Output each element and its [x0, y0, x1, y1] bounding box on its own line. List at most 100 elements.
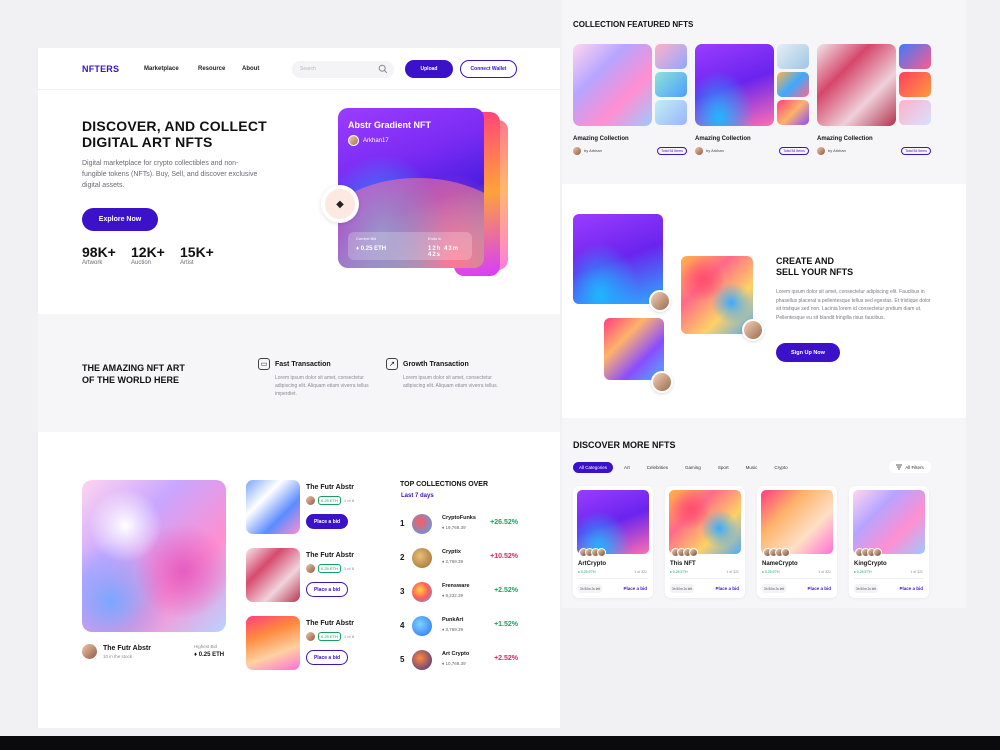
filter-celebrities[interactable]: Celebrities	[641, 462, 674, 473]
avatar	[649, 290, 671, 312]
nav-link-marketplace[interactable]: Marketplace	[144, 66, 179, 72]
filter-crypto[interactable]: Crypto	[768, 462, 793, 473]
collection-price: ♦ 9,232.39	[442, 593, 464, 598]
collection-row[interactable]: 4 PunkArt ♦ 3,769.39 +1.52%	[400, 614, 518, 638]
total-items-button[interactable]: Total 54 Items	[779, 147, 809, 155]
nft-thumbnail[interactable]	[246, 480, 300, 534]
hero-title: DISCOVER, AND COLLECT DIGITAL ART NFTS	[82, 118, 267, 150]
landing-page: NFTERS Marketplace Resource About Search…	[38, 48, 560, 728]
connect-wallet-button[interactable]: Connect Wallet	[460, 60, 517, 78]
sign-up-button[interactable]: Sign Up Now	[776, 343, 840, 362]
nft-card[interactable]: NameCrypto ♦ 0.25 ETH 1 of 321 3h 50m 2s…	[757, 486, 837, 598]
collection-row[interactable]: 2 Cryptix ♦ 2,769.39 +10.52%	[400, 546, 518, 570]
collection-thumb	[777, 44, 809, 69]
collection-author: by Arkhan	[828, 148, 846, 153]
collection-featured-title: COLLECTION FEATURED NFTS	[573, 20, 694, 29]
avatar	[306, 496, 315, 505]
collection-price: ♦ 10,769.39	[442, 661, 466, 666]
total-items-button[interactable]: Total 54 Items	[901, 147, 931, 155]
feature-description: Lorem ipsum dolor sit amet, consectetur …	[275, 375, 369, 397]
feature-description: Lorem ipsum dolor sit amet, consectetur …	[403, 375, 499, 389]
place-bid-button[interactable]: Place a bid	[306, 582, 348, 597]
collection-thumb	[899, 72, 931, 97]
create-sell-description: Lorem ipsum dolor sit amet, consectetur …	[776, 289, 931, 321]
collection-card-title: Amazing Collection	[817, 136, 873, 142]
stat-value: 98K+	[82, 244, 116, 260]
logo[interactable]: NFTERS	[82, 64, 119, 74]
search-input[interactable]: Search	[292, 61, 394, 78]
all-filters-button[interactable]: All Filters	[889, 461, 931, 473]
stat-label: Artwork	[82, 260, 103, 266]
avatar	[82, 644, 97, 659]
edition-count: 1 of 8	[343, 634, 354, 639]
collection-name: Art Crypto	[442, 651, 470, 657]
nft-list-item: The Futr Abstr 0.25 ETH 1 of 8 Place a bi…	[246, 616, 376, 672]
wallet-icon: ▭	[258, 358, 270, 370]
featured-nft-name: The Futr Abstr	[103, 645, 151, 652]
collection-row[interactable]: 5 Art Crypto ♦ 10,769.39 +2.52%	[400, 648, 518, 672]
explore-now-button[interactable]: Explore Now	[82, 208, 158, 231]
filter-music[interactable]: Music	[740, 462, 764, 473]
collection-rank: 5	[400, 655, 405, 664]
avatar	[695, 147, 703, 155]
bidder-avatars	[763, 548, 790, 557]
collection-row[interactable]: 3 Frensware ♦ 9,232.39 +2.52%	[400, 580, 518, 604]
highest-bid-label: Highest Bid	[194, 644, 218, 649]
nft-card-time-left: 3h 50m 2s left	[762, 584, 786, 593]
place-bid-button[interactable]: Place a bid	[306, 514, 348, 529]
collection-author: by Arkhan	[584, 148, 602, 153]
nft-thumbnail[interactable]	[246, 616, 300, 670]
collection-thumb	[777, 72, 809, 97]
collection-avatar	[412, 650, 432, 670]
nft-card[interactable]: This NFT ♦ 0.25 ETH 1 of 321 3h 50m 2s l…	[665, 486, 745, 598]
filter-all-categories[interactable]: All Categories	[573, 462, 614, 473]
hero-nft-card[interactable]: Abstr Gradient NFT Arkhan17 Current Bid …	[338, 108, 484, 268]
place-bid-button[interactable]: Place a bid	[715, 586, 739, 591]
eth-price: 0.25 ETH	[318, 564, 341, 573]
collection-row[interactable]: 1 CryptoFunks ♦ 19,769.39 +26.52%	[400, 512, 518, 536]
top-collections-period[interactable]: Last 7 days	[401, 493, 434, 499]
hero-title-line1: DISCOVER, AND COLLECT	[82, 118, 267, 134]
collection-image	[695, 44, 774, 126]
place-bid-button[interactable]: Place a bid	[807, 586, 831, 591]
avatar	[306, 564, 315, 573]
upload-button[interactable]: Upload	[405, 60, 453, 78]
nft-card-name: KingCrypto	[854, 561, 887, 567]
bottom-bar	[0, 736, 1000, 750]
collection-image	[573, 44, 652, 126]
total-items-button[interactable]: Total 54 Items	[657, 147, 687, 155]
create-sell-image	[681, 256, 753, 334]
bidder-avatars	[855, 548, 882, 557]
nft-list-item: The Futr Abstr 0.25 ETH 1 of 8 Place a bi…	[246, 480, 376, 536]
chart-icon: ↗	[386, 358, 398, 370]
stat-artwork: 98K+ Artwork	[82, 244, 116, 266]
featured-nft-stock: 10 in the stock	[103, 654, 133, 659]
featured-nft-image[interactable]	[82, 480, 226, 632]
place-bid-button[interactable]: Place a bid	[899, 586, 923, 591]
place-bid-button[interactable]: Place a bid	[623, 586, 647, 591]
collection-rank: 3	[400, 587, 405, 596]
collection-thumb	[655, 44, 687, 69]
nft-card-name: NameCrypto	[762, 561, 798, 567]
features-title: THE AMAZING NFT ART OF THE WORLD HERE	[82, 362, 185, 386]
nav-link-about[interactable]: About	[242, 66, 259, 72]
filter-sport[interactable]: Sport	[712, 462, 735, 473]
filter-art[interactable]: Art	[618, 462, 636, 473]
top-collections-title: TOP COLLECTIONS OVER	[400, 481, 489, 488]
edition-count: 1 of 8	[343, 566, 354, 571]
nav-link-resource[interactable]: Resource	[198, 66, 225, 72]
nft-thumbnail[interactable]	[246, 548, 300, 602]
collection-name: PunkArt	[442, 617, 464, 623]
collection-change: +2.52%	[494, 587, 518, 594]
filter-gaming[interactable]: Gaming	[679, 462, 707, 473]
filter-icon	[896, 464, 903, 470]
nft-card-image	[853, 490, 925, 554]
ends-in-value: 12h 43m 42s	[428, 246, 460, 258]
nft-card[interactable]: ArtCrypto ♦ 0.25 ETH 1 of 321 3h 50m 2s …	[573, 486, 653, 598]
collection-name: Frensware	[442, 583, 470, 589]
nft-card-image	[761, 490, 833, 554]
place-bid-button[interactable]: Place a bid	[306, 650, 348, 665]
nft-card-price: ♦ 0.25 ETH	[762, 570, 780, 574]
create-sell-image	[573, 214, 663, 304]
nft-card[interactable]: KingCrypto ♦ 0.25 ETH 1 of 321 3h 50m 2s…	[849, 486, 929, 598]
